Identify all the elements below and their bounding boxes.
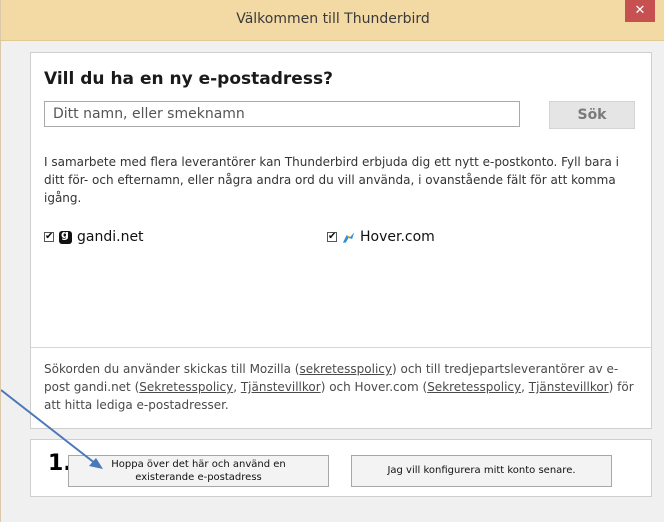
title-bar: Välkommen till Thunderbird ✕: [1, 0, 664, 41]
gandi-checkbox[interactable]: ✔: [44, 232, 54, 242]
skip-button-line1: Hoppa över det här och använd en: [111, 459, 286, 470]
hover-privacy-link[interactable]: Sekretesspolicy: [427, 380, 521, 394]
window-title: Välkommen till Thunderbird: [236, 11, 430, 27]
privacy-text-3: ,: [233, 380, 241, 394]
hover-icon: [342, 231, 355, 243]
skip-use-existing-button[interactable]: Hoppa över det här och använd en exister…: [68, 455, 329, 487]
provider-label-gandi: gandi.net: [77, 229, 144, 245]
privacy-text-4: ) och Hover.com (: [320, 380, 428, 394]
privacy-text-5: ,: [521, 380, 529, 394]
gandi-privacy-link[interactable]: Sekretesspolicy: [139, 380, 233, 394]
panel-heading: Vill du ha en ny e-postadress?: [44, 69, 333, 89]
close-icon: ✕: [634, 3, 646, 18]
hover-checkbox[interactable]: ✔: [327, 232, 337, 242]
provider-gandi[interactable]: ✔ gandi.net: [44, 228, 144, 246]
provider-hover[interactable]: ✔ Hover.com: [327, 228, 435, 246]
mozilla-privacy-link[interactable]: sekretesspolicy: [299, 362, 392, 376]
privacy-notice: Sökorden du använder skickas till Mozill…: [44, 360, 642, 414]
privacy-text-1: Sökorden du använder skickas till Mozill…: [44, 362, 300, 376]
gandi-terms-link[interactable]: Tjänstevillkor: [241, 380, 321, 394]
panel-divider: [31, 347, 651, 348]
name-search-input[interactable]: [44, 101, 520, 127]
skip-button-line2: existerande e-postadress: [135, 472, 262, 483]
configure-later-button[interactable]: Jag vill konfigurera mitt konto senare.: [351, 455, 612, 487]
gandi-icon: [59, 228, 72, 244]
provider-label-hover: Hover.com: [360, 229, 435, 245]
hover-terms-link[interactable]: Tjänstevillkor: [529, 380, 609, 394]
new-email-panel: Vill du ha en ny e-postadress? Sök I sam…: [30, 52, 652, 429]
search-button[interactable]: Sök: [549, 101, 635, 129]
actions-panel: 1. Hoppa över det här och använd en exis…: [30, 439, 652, 497]
close-button[interactable]: ✕: [625, 0, 655, 22]
dialog-window: Välkommen till Thunderbird ✕ Vill du ha …: [0, 0, 664, 522]
info-paragraph: I samarbete med flera leverantörer kan T…: [44, 155, 619, 205]
